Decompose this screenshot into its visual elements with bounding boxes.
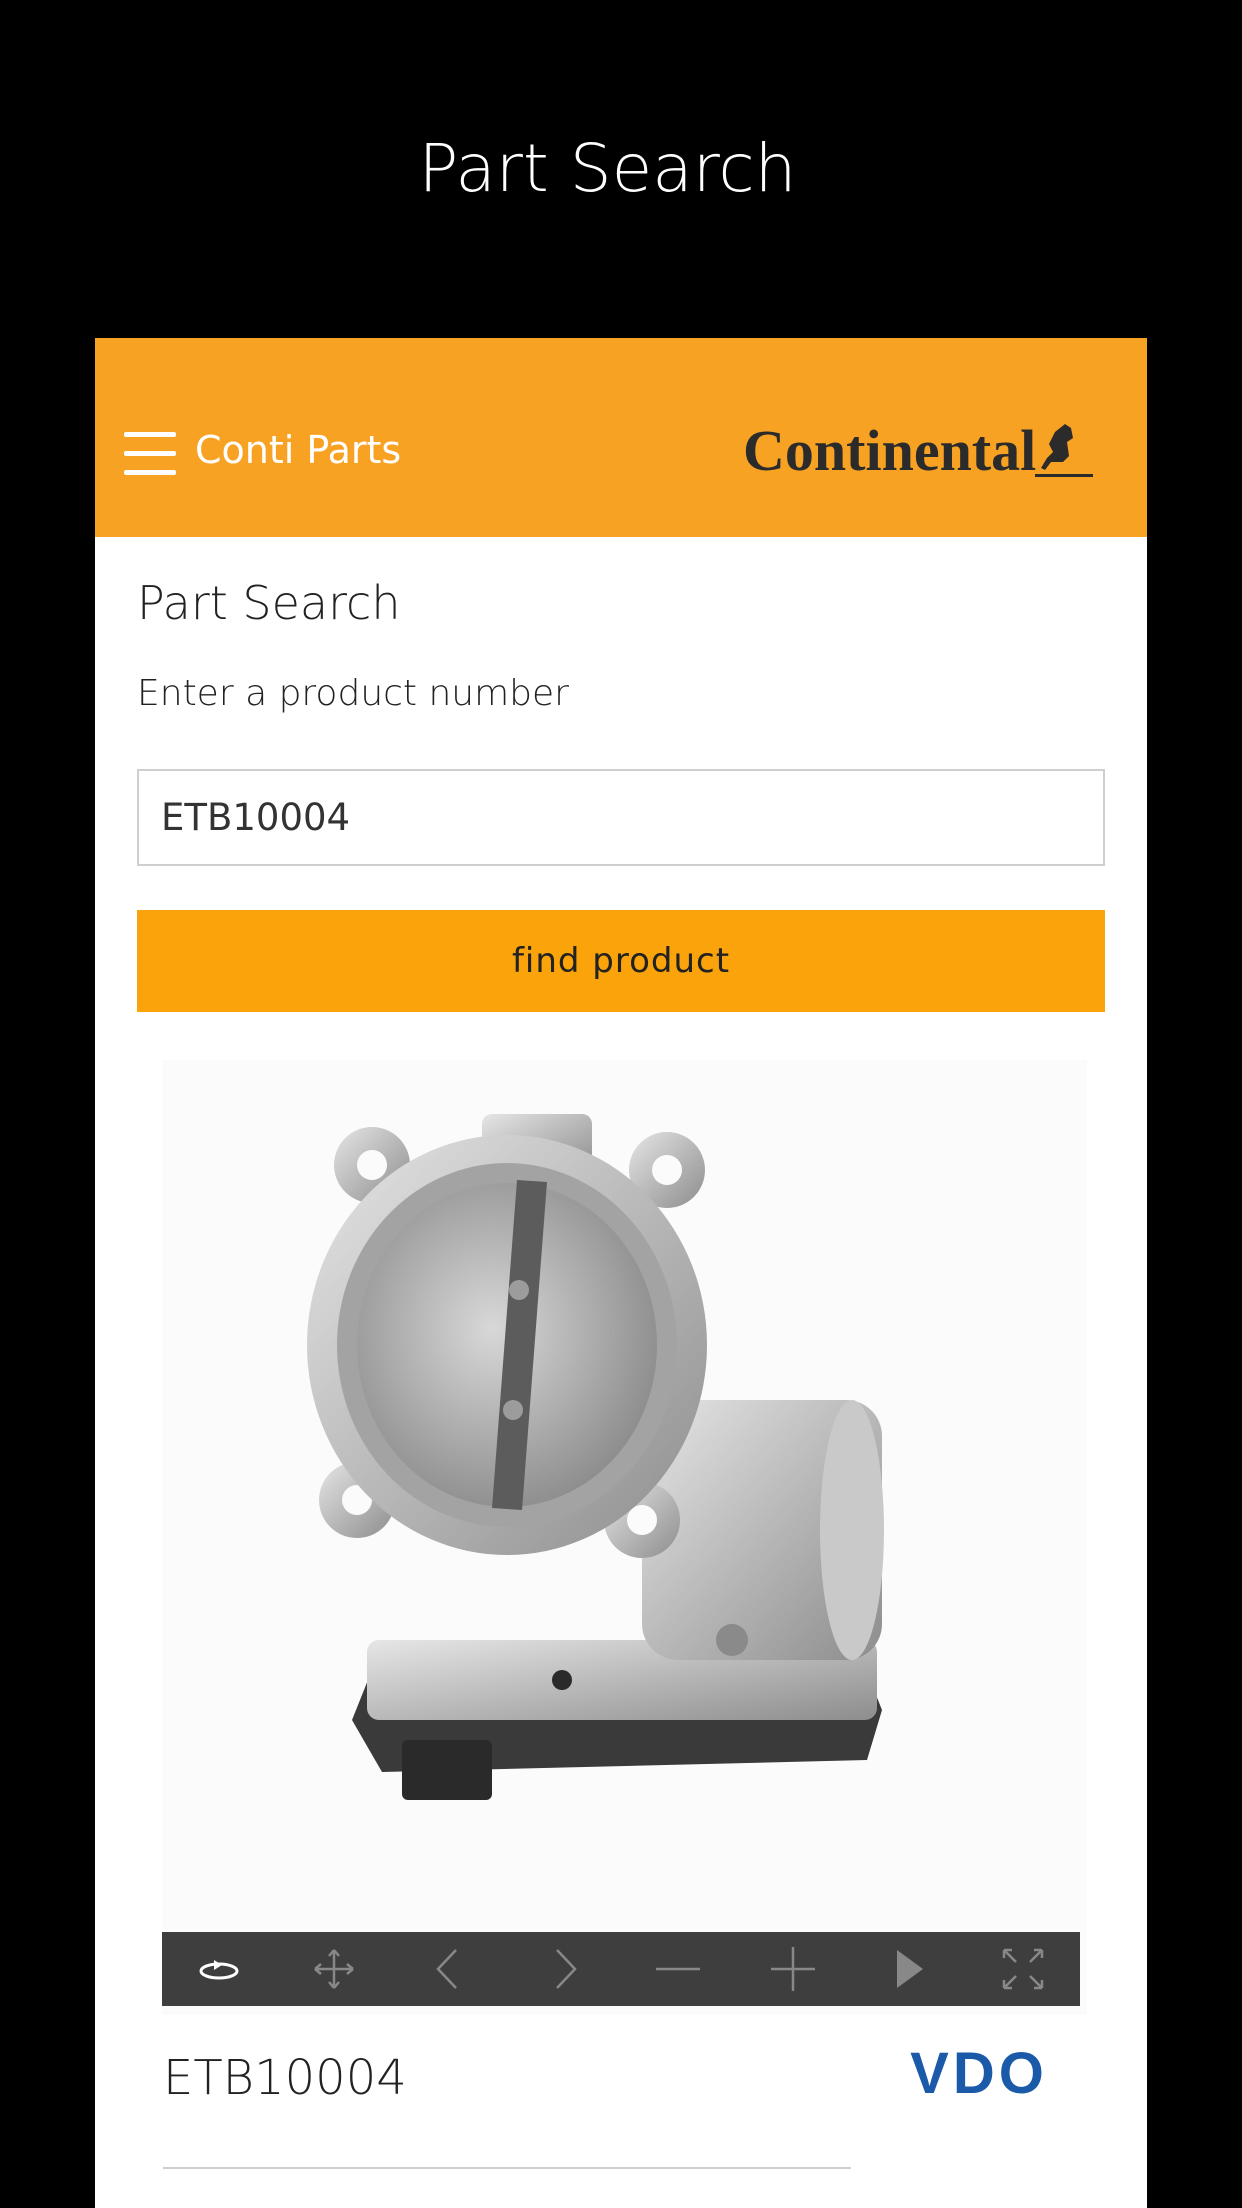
viewer-toolbar (162, 1932, 1080, 2006)
app-name: Conti Parts (195, 428, 402, 472)
zoom-out-icon[interactable] (648, 1939, 708, 1999)
zoom-in-icon[interactable] (763, 1939, 823, 1999)
product-number-input[interactable] (137, 769, 1105, 866)
chevron-left-icon[interactable] (419, 1939, 479, 1999)
chevron-right-icon[interactable] (534, 1939, 594, 1999)
product-part-number: ETB10004 (163, 2050, 407, 2106)
throttle-body-image (162, 1060, 1087, 1930)
find-product-button[interactable]: find product (137, 910, 1105, 1012)
rotate-icon[interactable] (189, 1939, 249, 1999)
pan-icon[interactable] (304, 1939, 364, 1999)
continental-logo: Continental (743, 418, 1093, 483)
input-hint: Enter a product number (137, 673, 569, 714)
app-card: Conti Parts Continental Part Search Ente… (95, 338, 1147, 2208)
hamburger-menu-icon[interactable] (124, 432, 176, 476)
app-bar: Conti Parts Continental (95, 338, 1147, 537)
vdo-brand-logo: VDO (910, 2043, 1048, 2101)
play-icon[interactable] (878, 1939, 938, 1999)
fullscreen-icon[interactable] (993, 1939, 1053, 1999)
svg-text:VDO: VDO (910, 2043, 1048, 2101)
continental-logo-text: Continental (743, 418, 1036, 483)
section-title: Part Search (137, 576, 401, 630)
divider (163, 2167, 851, 2169)
screen-title: Part Search (418, 130, 797, 207)
horse-icon (1041, 424, 1073, 470)
product-360-viewer[interactable] (162, 1060, 1087, 2015)
